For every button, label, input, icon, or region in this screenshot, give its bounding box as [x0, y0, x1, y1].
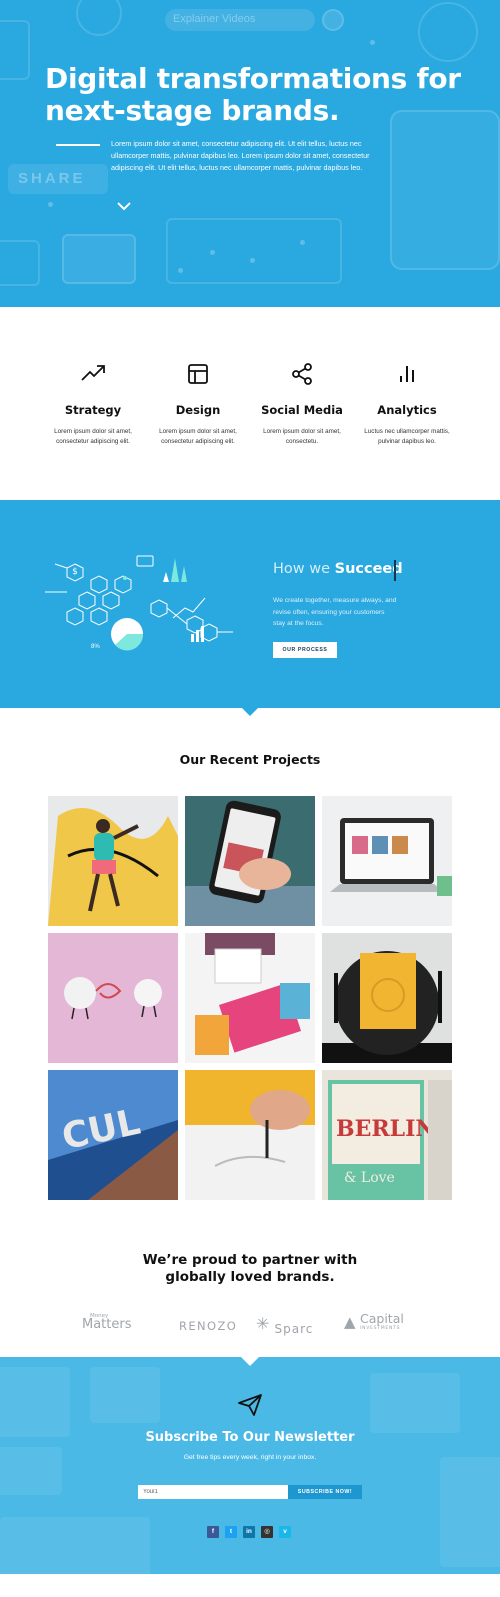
bg-thumbs-up-shape [76, 0, 122, 36]
succeed-section: $ 8% How we Succeed We create together, … [0, 500, 500, 716]
chevron-down-icon[interactable] [116, 200, 132, 212]
feature-text: Luctus nec ullamcorper mattis, pulvinar … [364, 428, 450, 445]
project-tile-cotton[interactable] [48, 933, 178, 1063]
rocket-icon: ▲ [344, 1313, 356, 1331]
paper-plane-icon [238, 1394, 262, 1416]
facebook-icon[interactable]: f [207, 1526, 219, 1538]
newsletter-title: Subscribe To Our Newsletter [145, 1430, 355, 1445]
projects-grid: CUL BERLIN & Love [48, 796, 452, 1200]
project-tile-street-art[interactable] [48, 796, 178, 926]
typing-cursor [394, 560, 396, 581]
feature-title: Design [175, 403, 221, 417]
section-notch [241, 1357, 259, 1366]
project-tile-design-book[interactable] [322, 933, 452, 1063]
project-tile-magazines[interactable] [185, 933, 315, 1063]
linkedin-icon[interactable]: in [243, 1526, 255, 1538]
succeed-text: We create together, measure always, and … [273, 597, 397, 628]
features-section: Strategy Lorem ipsum dolor sit amet, con… [0, 307, 500, 500]
newsletter-subtitle: Get free tips every week, right in your … [183, 1454, 317, 1461]
feature-text: Lorem ipsum dolor sit amet, consectetur … [159, 428, 237, 445]
feature-text: Lorem ipsum dolor sit amet, consectetur … [54, 428, 132, 445]
bg-document-shape [0, 20, 30, 80]
email-field[interactable] [138, 1485, 288, 1499]
vimeo-icon[interactable]: v [279, 1526, 291, 1538]
bg-bars-shape [62, 234, 136, 284]
partners-title: We’re proud to partner with globally love… [142, 1252, 358, 1285]
our-process-button[interactable]: OUR PROCESS [273, 642, 337, 658]
bg-search-pill: Explainer Videos [165, 9, 315, 31]
bg-chart-shape [166, 218, 342, 284]
bg-camera-shape [0, 240, 40, 286]
newsletter-section: Subscribe To Our Newsletter Get free tip… [0, 1357, 500, 1574]
hero-body: Lorem ipsum dolor sit amet, consectetur … [111, 139, 370, 172]
share-icon [292, 363, 312, 385]
project-tile-phone[interactable] [185, 796, 315, 926]
layout-icon [188, 364, 208, 384]
logo-money-matters: Money Matters [82, 1313, 132, 1332]
illustration-label: 8% [91, 644, 100, 650]
project-tile-berlin[interactable]: BERLIN & Love [322, 1070, 452, 1200]
feature-text: Lorem ipsum dolor sit amet, consectetu. [263, 428, 341, 445]
svg-text:BERLIN: BERLIN [336, 1116, 436, 1142]
bg-globe-shape [418, 2, 478, 62]
feature-title: Analytics [377, 403, 437, 417]
trending-up-icon [81, 365, 105, 381]
sparc-mark-icon: ✳ [256, 1314, 270, 1333]
project-tile-laptop[interactable] [322, 796, 452, 926]
logo-renozo: RENOZO [179, 1319, 238, 1333]
twitter-icon[interactable]: t [225, 1526, 237, 1538]
infographic-illustration: $ 8% [45, 555, 233, 651]
instagram-icon[interactable]: ◎ [261, 1526, 273, 1538]
hero-title: Digital transformations for next-stage b… [45, 62, 461, 127]
project-tile-building[interactable]: CUL [48, 1070, 178, 1200]
svg-text:& Love: & Love [344, 1170, 395, 1186]
logo-capital-investments: ▲ Capital INVESTMENTS [344, 1311, 404, 1331]
succeed-title: How we Succeed [273, 561, 403, 577]
bg-tablet-shape [390, 110, 500, 270]
bar-chart-icon [400, 366, 414, 382]
feature-title: Strategy [64, 403, 122, 417]
projects-title: Our Recent Projects [179, 752, 321, 767]
section-notch [241, 707, 259, 716]
project-tile-drawing[interactable] [185, 1070, 315, 1200]
hero-section: Explainer Videos SHARE Digital transform… [0, 0, 500, 307]
logo-sparc: ✳ Sparc [256, 1314, 314, 1336]
bg-arrow-circle [322, 9, 344, 31]
subscribe-button[interactable]: SUBSCRIBE NOW! [288, 1485, 362, 1499]
bg-share-shape: SHARE [8, 164, 108, 194]
hero-divider [56, 144, 100, 146]
feature-title: Social Media [261, 403, 343, 417]
svg-text:$: $ [72, 567, 78, 577]
